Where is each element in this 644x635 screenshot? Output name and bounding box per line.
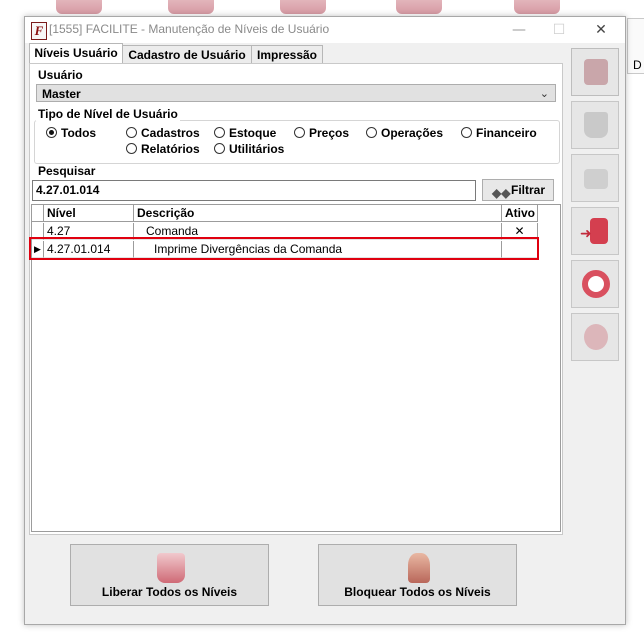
bloquear-todos-button[interactable]: Bloquear Todos os Níveis <box>318 544 517 606</box>
pesquisar-label: Pesquisar <box>38 164 96 178</box>
unlock-tray-icon <box>157 553 185 583</box>
desktop-icon <box>280 0 326 14</box>
tipo-nivel-label: Tipo de Nível de Usuário <box>36 107 180 121</box>
radio-financeiro[interactable]: Financeiro <box>461 125 537 140</box>
radio-precos[interactable]: Preços <box>294 125 349 140</box>
desktop-icon <box>56 0 102 14</box>
window-title: [1555] FACILITE - Manutenção de Níveis d… <box>49 22 330 36</box>
desktop-icon <box>168 0 214 14</box>
toolbar-sidebar: ➜ <box>565 43 623 623</box>
radio-relatorios[interactable]: Relatórios <box>126 141 200 156</box>
radio-cadastros[interactable]: Cadastros <box>126 125 200 140</box>
radio-dot <box>126 143 137 154</box>
lifebuoy-icon <box>582 270 610 298</box>
tab-impressao[interactable]: Impressão <box>251 45 323 64</box>
desktop-icons-strip <box>0 0 644 16</box>
save-button[interactable] <box>571 48 619 96</box>
radio-dot <box>366 127 377 138</box>
radio-dot <box>46 127 57 138</box>
radio-dot <box>214 127 225 138</box>
background-letter: D <box>633 58 642 72</box>
print-button[interactable] <box>571 154 619 202</box>
printer-icon <box>584 169 608 189</box>
broom-icon <box>408 553 430 583</box>
grid-indicator-header <box>32 205 44 222</box>
exit-button[interactable]: ➜ <box>571 207 619 255</box>
save-icon <box>584 59 608 85</box>
desktop-icon <box>396 0 442 14</box>
close-button[interactable]: ✕ <box>581 17 621 43</box>
tab-panel: Usuário Master ⌄ Tipo de Nível de Usuári… <box>29 63 563 535</box>
radio-dot <box>214 143 225 154</box>
binoculars-icon: ◆◆ <box>492 186 511 200</box>
radio-dot <box>461 127 472 138</box>
chevron-down-icon: ⌄ <box>539 88 549 100</box>
help-button[interactable] <box>571 260 619 308</box>
usuario-label: Usuário <box>38 68 83 82</box>
radio-todos[interactable]: Todos <box>46 125 96 140</box>
radio-dot <box>294 127 305 138</box>
filter-button[interactable]: ◆◆ Filtrar <box>482 179 554 201</box>
settings-icon <box>584 324 608 350</box>
column-header-nivel[interactable]: Nível <box>44 205 134 222</box>
column-header-descricao[interactable]: Descrição <box>134 205 502 222</box>
trash-icon <box>584 112 608 138</box>
radio-operacoes[interactable]: Operações <box>366 125 443 140</box>
delete-button[interactable] <box>571 101 619 149</box>
search-input[interactable]: 4.27.01.014 <box>32 180 476 201</box>
column-header-ativo[interactable]: Ativo <box>502 205 538 222</box>
radio-utilitarios[interactable]: Utilitários <box>214 141 284 156</box>
desktop-icon <box>514 0 560 14</box>
title-bar: F [1555] FACILITE - Manutenção de Níveis… <box>25 17 625 43</box>
app-icon: F <box>31 22 47 40</box>
main-window: F [1555] FACILITE - Manutenção de Níveis… <box>24 16 626 625</box>
usuario-value: Master <box>42 87 81 101</box>
tab-cadastro-usuario[interactable]: Cadastro de Usuário <box>122 45 252 64</box>
radio-dot <box>126 127 137 138</box>
minimize-button[interactable]: — <box>499 17 539 43</box>
settings-button[interactable] <box>571 313 619 361</box>
liberar-todos-button[interactable]: Liberar Todos os Níveis <box>70 544 269 606</box>
maximize-button[interactable]: ☐ <box>539 17 579 43</box>
tab-niveis-usuario[interactable]: Níveis Usuário <box>29 43 123 65</box>
radio-estoque[interactable]: Estoque <box>214 125 276 140</box>
arrow-right-icon: ➜ <box>580 226 592 242</box>
usuario-select[interactable]: Master ⌄ <box>36 84 556 102</box>
highlight-box <box>29 237 539 260</box>
exit-door-icon <box>590 218 608 244</box>
